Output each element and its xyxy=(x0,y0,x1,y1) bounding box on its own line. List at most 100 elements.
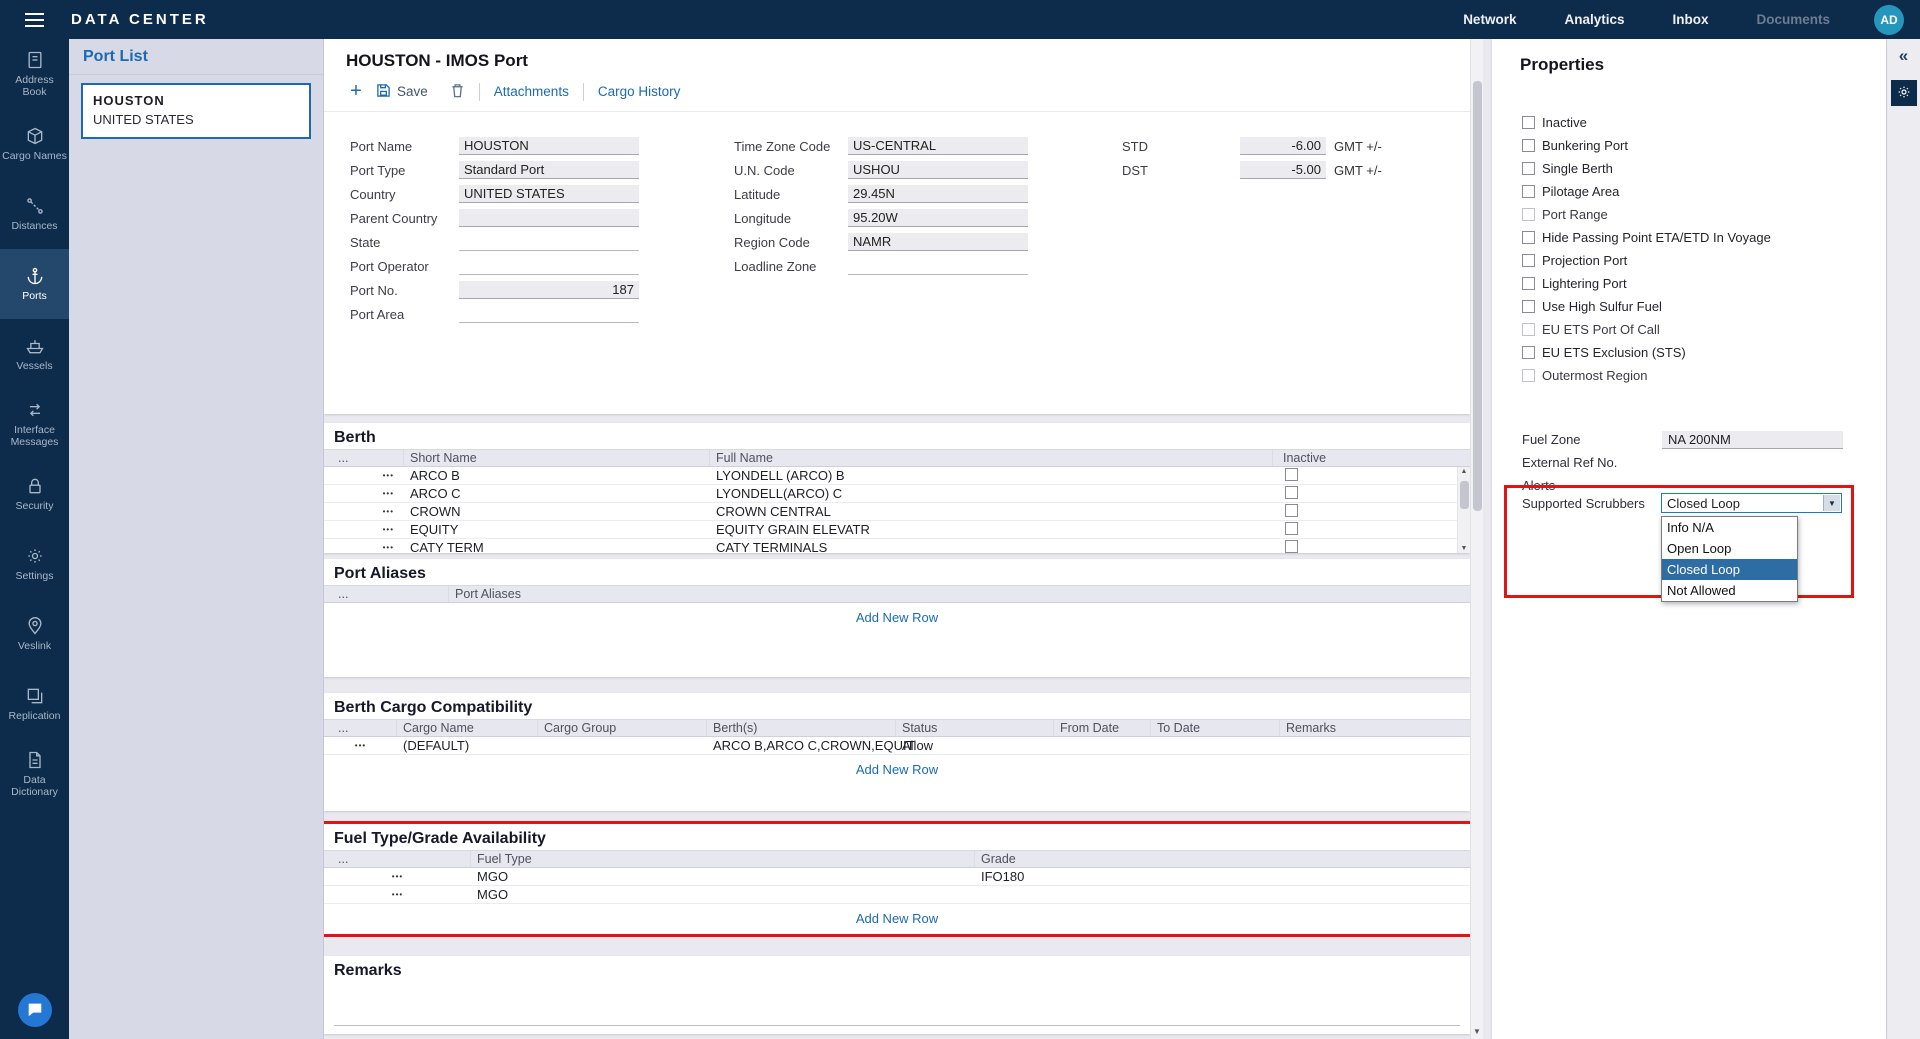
port-list-item[interactable]: HOUSTON UNITED STATES xyxy=(81,83,311,139)
avatar[interactable]: AD xyxy=(1874,5,1904,35)
supported-scrubbers-select[interactable]: Closed Loop ▼ xyxy=(1661,493,1842,513)
scrollbar-thumb[interactable] xyxy=(1473,81,1482,511)
add-new-row-link[interactable]: Add New Row xyxy=(324,762,1470,777)
dropdown-option-selected[interactable]: Closed Loop xyxy=(1662,559,1797,580)
parent-country-field[interactable] xyxy=(459,209,639,227)
berth-row[interactable]: ••• ARCO B LYONDELL (ARCO) B xyxy=(324,467,1457,485)
sidebar-item-address-book[interactable]: Address Book xyxy=(0,39,69,109)
checkbox-row-projection-port[interactable]: Projection Port xyxy=(1492,249,1886,272)
collapse-panel-button[interactable]: « xyxy=(1899,47,1908,64)
checkbox-row-hide-passing-point[interactable]: Hide Passing Point ETA/ETD In Voyage xyxy=(1492,226,1886,249)
port-area-field[interactable] xyxy=(459,305,639,323)
pilotage-area-checkbox[interactable] xyxy=(1522,185,1535,198)
country-field[interactable]: UNITED STATES xyxy=(459,185,639,203)
inactive-checkbox[interactable] xyxy=(1285,522,1298,535)
lightering-port-checkbox[interactable] xyxy=(1522,277,1535,290)
checkbox-row-eu-ets-exclusion[interactable]: EU ETS Exclusion (STS) xyxy=(1492,341,1886,364)
nav-documents[interactable]: Documents xyxy=(1756,12,1830,27)
port-no-field[interactable]: 187 xyxy=(459,281,639,299)
fuel-row[interactable]: ••• MGO IFO180 xyxy=(324,868,1470,886)
checkbox-row-port-range[interactable]: Port Range xyxy=(1492,203,1886,226)
sidebar-item-vessels[interactable]: Vessels xyxy=(0,319,69,389)
checkbox-row-lightering-port[interactable]: Lightering Port xyxy=(1492,272,1886,295)
port-range-checkbox[interactable] xyxy=(1522,208,1535,221)
port-operator-field[interactable] xyxy=(459,257,639,275)
nav-inbox[interactable]: Inbox xyxy=(1672,12,1708,27)
scroll-down-icon[interactable]: ▼ xyxy=(1471,1027,1483,1036)
longitude-field[interactable]: 95.20W xyxy=(848,209,1028,227)
menu-icon[interactable] xyxy=(0,13,69,27)
attachments-link[interactable]: Attachments xyxy=(494,84,569,99)
sidebar-item-security[interactable]: Security xyxy=(0,459,69,529)
fuel-zone-field[interactable]: NA 200NM xyxy=(1662,431,1843,449)
scroll-up-icon[interactable]: ▲ xyxy=(1458,468,1470,475)
use-high-sulfur-fuel-checkbox[interactable] xyxy=(1522,300,1535,313)
scrollbar-thumb[interactable] xyxy=(1460,481,1469,509)
state-field[interactable] xyxy=(459,233,639,251)
settings-gear-button[interactable] xyxy=(1891,80,1917,106)
external-ref-field[interactable] xyxy=(1662,454,1843,472)
berth-row[interactable]: ••• ARCO C LYONDELL(ARCO) C xyxy=(324,485,1457,503)
sidebar-item-distances[interactable]: Distances xyxy=(0,179,69,249)
checkbox-row-single-berth[interactable]: Single Berth xyxy=(1492,157,1886,180)
berth-row[interactable]: ••• CROWN CROWN CENTRAL xyxy=(324,503,1457,521)
add-button[interactable]: + xyxy=(344,80,368,103)
sidebar-item-veslink[interactable]: Veslink xyxy=(0,599,69,669)
row-menu-button[interactable]: ••• xyxy=(383,471,394,480)
dropdown-option[interactable]: Not Allowed xyxy=(1662,580,1797,601)
single-berth-checkbox[interactable] xyxy=(1522,162,1535,175)
inactive-checkbox[interactable] xyxy=(1285,504,1298,517)
caret-down-icon[interactable]: ▼ xyxy=(1823,495,1840,511)
main-scrollbar[interactable]: ▼ xyxy=(1470,39,1483,1039)
hide-passing-point-checkbox[interactable] xyxy=(1522,231,1535,244)
sidebar-item-cargo-names[interactable]: Cargo Names xyxy=(0,109,69,179)
berth-row[interactable]: ••• CATY TERM CATY TERMINALS xyxy=(324,539,1457,553)
sidebar-item-replication[interactable]: Replication xyxy=(0,669,69,739)
inactive-checkbox[interactable] xyxy=(1522,116,1535,129)
loadline-zone-field[interactable] xyxy=(848,257,1028,275)
row-menu-button[interactable]: ••• xyxy=(383,489,394,498)
scroll-down-icon[interactable]: ▼ xyxy=(1458,545,1470,552)
checkbox-row-pilotage-area[interactable]: Pilotage Area xyxy=(1492,180,1886,203)
row-menu-button[interactable]: ••• xyxy=(383,525,394,534)
port-name-field[interactable]: HOUSTON xyxy=(459,137,639,155)
row-menu-button[interactable]: ••• xyxy=(392,872,403,881)
cargo-history-link[interactable]: Cargo History xyxy=(598,84,681,99)
add-new-row-link[interactable]: Add New Row xyxy=(324,911,1470,926)
checkbox-row-bunkering-port[interactable]: Bunkering Port xyxy=(1492,134,1886,157)
row-menu-button[interactable]: ••• xyxy=(383,507,394,516)
inactive-checkbox[interactable] xyxy=(1285,486,1298,499)
checkbox-row-eu-ets-port-of-call[interactable]: EU ETS Port Of Call xyxy=(1492,318,1886,341)
sidebar-item-settings[interactable]: Settings xyxy=(0,529,69,599)
delete-button[interactable] xyxy=(450,83,465,101)
port-type-field[interactable]: Standard Port xyxy=(459,161,639,179)
bunkering-port-checkbox[interactable] xyxy=(1522,139,1535,152)
berth-row[interactable]: ••• EQUITY EQUITY GRAIN ELEVATR xyxy=(324,521,1457,539)
berth-scrollbar[interactable]: ▲ ▼ xyxy=(1457,467,1470,553)
dropdown-option[interactable]: Info N/A xyxy=(1662,517,1797,538)
nav-analytics[interactable]: Analytics xyxy=(1564,12,1624,27)
save-button[interactable]: Save xyxy=(376,83,428,101)
latitude-field[interactable]: 29.45N xyxy=(848,185,1028,203)
eu-ets-port-of-call-checkbox[interactable] xyxy=(1522,323,1535,336)
inactive-checkbox[interactable] xyxy=(1285,540,1298,553)
chat-button[interactable] xyxy=(18,993,52,1027)
dropdown-option[interactable]: Open Loop xyxy=(1662,538,1797,559)
checkbox-row-inactive[interactable]: Inactive xyxy=(1492,111,1886,134)
nav-network[interactable]: Network xyxy=(1463,12,1516,27)
row-menu-button[interactable]: ••• xyxy=(392,890,403,899)
std-field[interactable]: -6.00 xyxy=(1240,137,1326,155)
inactive-checkbox[interactable] xyxy=(1285,468,1298,481)
checkbox-row-outermost-region[interactable]: Outermost Region xyxy=(1492,364,1886,387)
eu-ets-exclusion-checkbox[interactable] xyxy=(1522,346,1535,359)
un-code-field[interactable]: USHOU xyxy=(848,161,1028,179)
fuel-row[interactable]: ••• MGO xyxy=(324,886,1470,904)
region-code-field[interactable]: NAMR xyxy=(848,233,1028,251)
berth-cargo-row[interactable]: ••• (DEFAULT) ARCO B,ARCO C,CROWN,EQUIT … xyxy=(324,737,1470,755)
sidebar-item-interface-messages[interactable]: Interface Messages xyxy=(0,389,69,459)
projection-port-checkbox[interactable] xyxy=(1522,254,1535,267)
remarks-input[interactable] xyxy=(334,988,1460,1026)
sidebar-item-data-dictionary[interactable]: Data Dictionary xyxy=(0,739,69,809)
dst-field[interactable]: -5.00 xyxy=(1240,161,1326,179)
row-menu-button[interactable]: ••• xyxy=(355,741,366,750)
